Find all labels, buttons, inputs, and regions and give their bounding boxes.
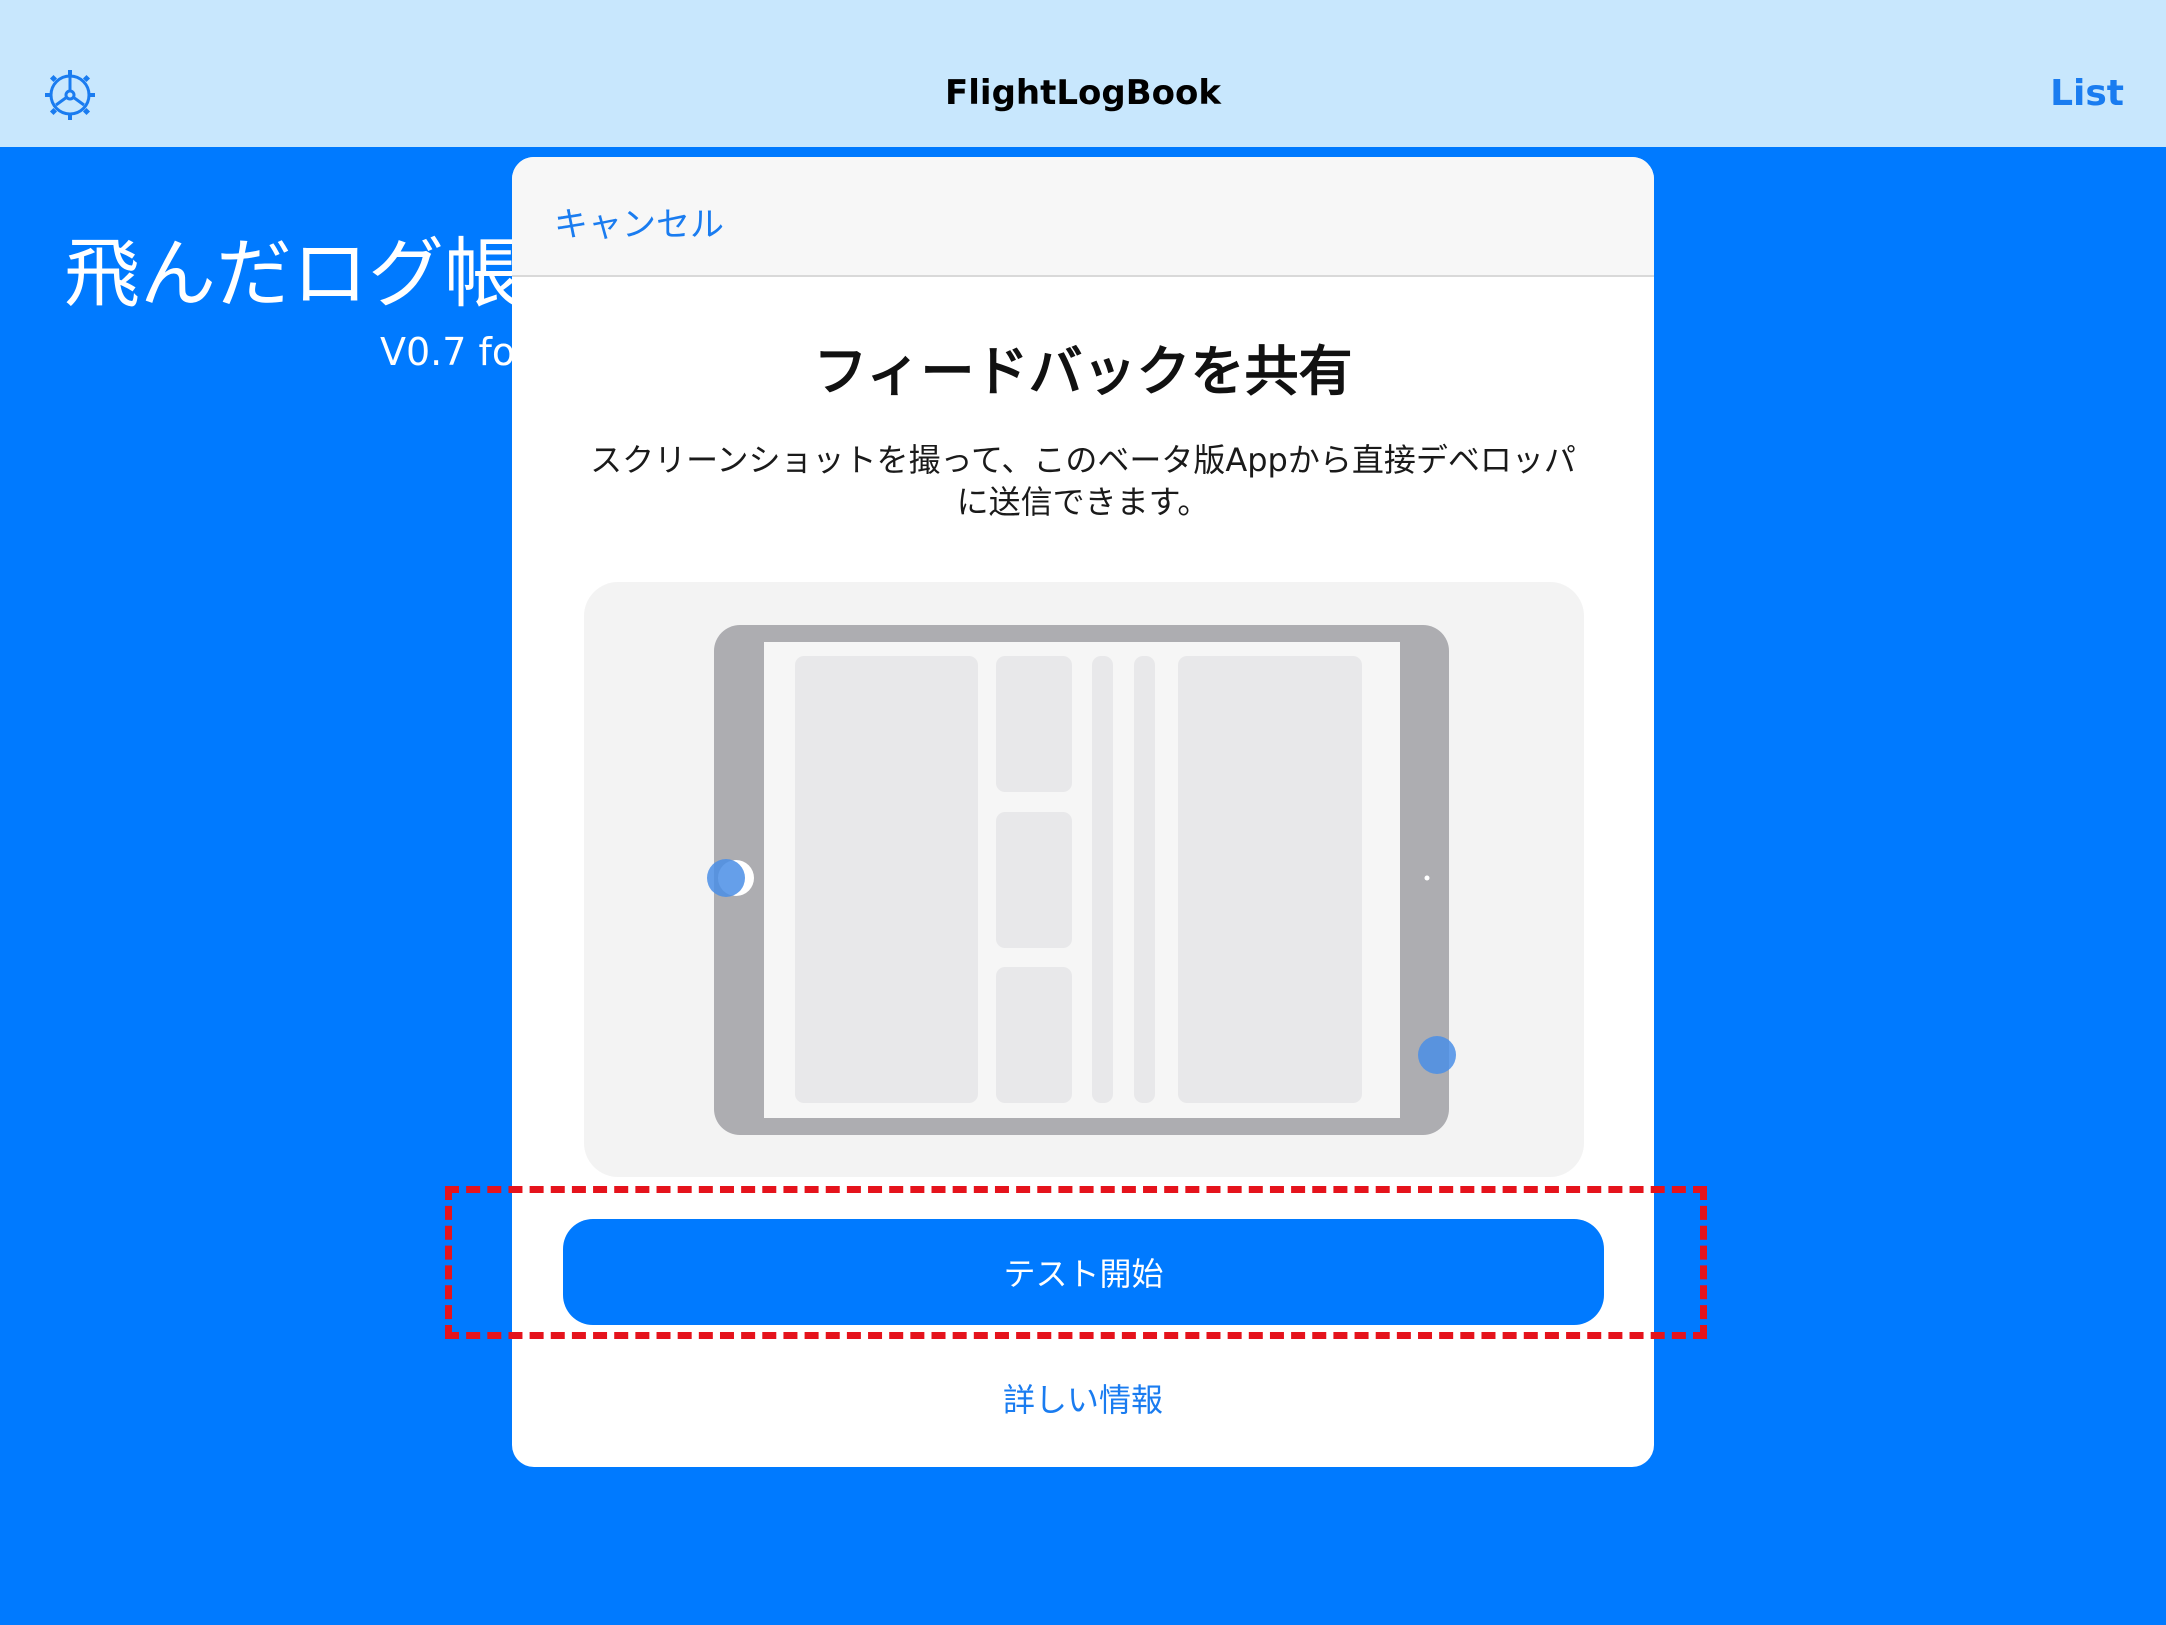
list-button[interactable]: List — [2050, 73, 2124, 114]
cancel-button[interactable]: キャンセル — [554, 197, 724, 246]
sheet-heading: フィードバックを共有 — [813, 340, 1353, 403]
ipad-illustration — [707, 625, 1456, 1135]
background-version: V0.7 fo — [380, 330, 516, 374]
screenshot-illustration — [584, 582, 1584, 1177]
more-info-link[interactable]: 詳しい情報 — [512, 1375, 1654, 1421]
background-title: 飛んだログ帳 — [64, 229, 520, 318]
app-title: FlightLogBook — [945, 73, 1221, 113]
sheet-description: スクリーンショットを撮って、このベータ版Appから直接デベロッパに送信できます。 — [590, 441, 1576, 521]
highlight-annotation — [445, 1186, 1707, 1339]
navigation-bar: FlightLogBook List — [0, 0, 2166, 147]
sheet-header: キャンセル — [512, 157, 1654, 277]
